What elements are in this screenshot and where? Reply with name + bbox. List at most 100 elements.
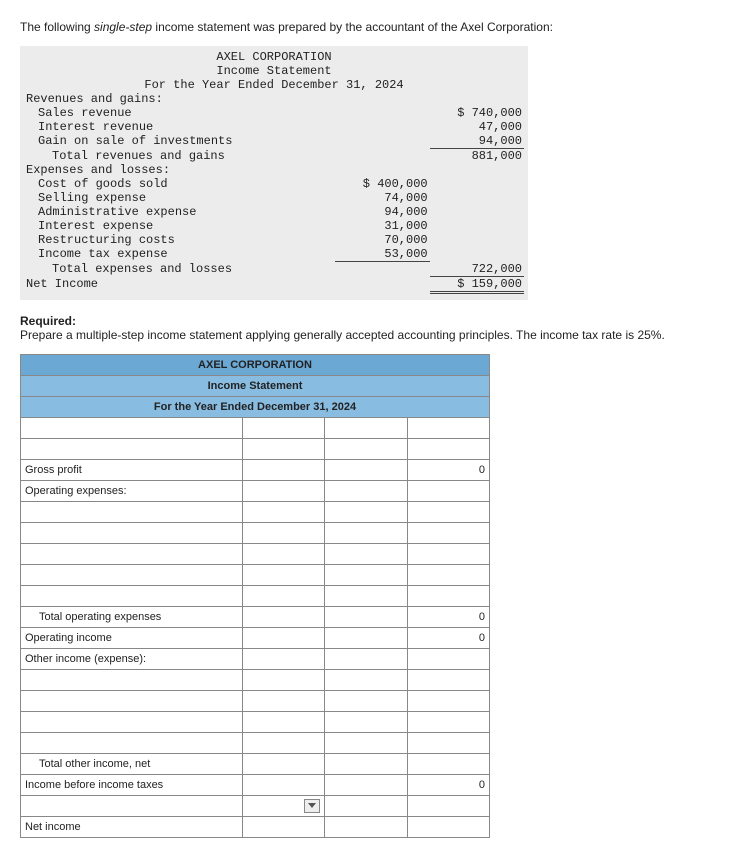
ws-input-cell[interactable] [407,816,489,837]
ws-input-cell[interactable] [407,669,489,690]
total-revenues-label: Total revenues and gains [24,149,335,164]
ws-input-cell[interactable] [21,711,243,732]
ws-input-cell[interactable] [21,669,243,690]
ws-input-cell[interactable] [325,501,407,522]
gross-profit-label: Gross profit [21,459,243,480]
ss-company: AXEL CORPORATION [24,50,524,64]
gain-amt: 94,000 [430,134,524,149]
ws-input-cell[interactable] [325,669,407,690]
tax-label: Income tax expense [24,247,335,262]
ws-input-cell[interactable] [242,564,324,585]
ws-input-cell[interactable] [407,690,489,711]
ss-period: For the Year Ended December 31, 2024 [24,78,524,92]
income-before-tax-label: Income before income taxes [21,774,243,795]
ws-company: AXEL CORPORATION [21,354,490,375]
ws-input-cell[interactable] [407,522,489,543]
ws-input-cell[interactable] [21,564,243,585]
income-before-tax-value: 0 [407,774,489,795]
ws-input-cell[interactable] [242,522,324,543]
total-expenses-amt: 722,000 [430,262,524,277]
other-income-label: Other income (expense): [21,648,243,669]
ws-input-cell[interactable] [407,438,489,459]
gross-profit-value: 0 [407,459,489,480]
ws-input-cell[interactable] [407,732,489,753]
operating-expenses-label: Operating expenses: [21,480,243,501]
ws-title: Income Statement [21,375,490,396]
ws-input-cell[interactable] [407,543,489,564]
ss-title: Income Statement [24,64,524,78]
ws-input-cell[interactable] [407,564,489,585]
ws-input-cell[interactable] [242,690,324,711]
total-op-exp-label: Total operating expenses [21,606,243,627]
ws-input-cell[interactable] [407,753,489,774]
intro-suffix: income statement was prepared by the acc… [152,20,553,34]
restructuring-amt: 70,000 [335,233,429,247]
restructuring-label: Restructuring costs [24,233,335,247]
ws-input-cell[interactable] [21,501,243,522]
intro-prefix: The following [20,20,94,34]
interest-revenue-amt: 47,000 [430,120,524,134]
ws-input-cell[interactable] [325,543,407,564]
ws-net-income-label: Net income [21,816,243,837]
ws-input-cell[interactable] [242,669,324,690]
net-income-label: Net Income [24,276,335,292]
ws-input-cell[interactable] [242,417,324,438]
ws-input-cell[interactable] [325,711,407,732]
ws-input-cell[interactable] [242,543,324,564]
ws-input-cell[interactable] [325,732,407,753]
intro-paragraph: The following single-step income stateme… [20,20,720,34]
ws-input-cell[interactable] [242,711,324,732]
interest-revenue-label: Interest revenue [24,120,335,134]
interest-expense-amt: 31,000 [335,219,429,233]
ws-input-cell[interactable] [21,585,243,606]
required-text: Prepare a multiple-step income statement… [20,328,665,342]
revenues-header: Revenues and gains: [24,92,335,106]
tax-amt: 53,000 [335,247,429,262]
ws-input-cell[interactable] [325,690,407,711]
ws-input-cell[interactable] [21,417,243,438]
ws-input-cell[interactable] [407,501,489,522]
cogs-label: Cost of goods sold [24,177,335,191]
ws-input-cell[interactable] [21,438,243,459]
cogs-amt: $ 400,000 [335,177,429,191]
dropdown-icon[interactable] [304,799,320,813]
required-heading: Required: [20,314,76,328]
operating-income-label: Operating income [21,627,243,648]
ws-input-cell[interactable] [407,711,489,732]
required-section: Required: Prepare a multiple-step income… [20,314,720,342]
worksheet-table: AXEL CORPORATION Income Statement For th… [20,354,490,838]
ws-input-cell[interactable] [325,522,407,543]
selling-amt: 74,000 [335,191,429,205]
ws-input-cell[interactable] [325,417,407,438]
admin-label: Administrative expense [24,205,335,219]
net-income-amt: $ 159,000 [430,276,524,292]
intro-italic: single-step [94,20,152,34]
interest-expense-label: Interest expense [24,219,335,233]
ws-input-cell[interactable] [325,585,407,606]
ws-input-cell[interactable] [21,732,243,753]
operating-income-value: 0 [407,627,489,648]
sales-revenue-label: Sales revenue [24,106,335,120]
ws-input-cell[interactable] [21,690,243,711]
total-other-label: Total other income, net [21,753,243,774]
ws-input-cell[interactable] [21,522,243,543]
ws-input-cell[interactable] [407,417,489,438]
total-expenses-label: Total expenses and losses [24,262,335,277]
ws-input-cell[interactable] [21,543,243,564]
ws-input-cell[interactable] [325,564,407,585]
sales-revenue-amt: $ 740,000 [430,106,524,120]
ws-input-cell[interactable] [242,585,324,606]
ws-input-cell[interactable] [325,438,407,459]
gain-label: Gain on sale of investments [24,134,335,149]
expenses-header: Expenses and losses: [24,163,335,177]
admin-amt: 94,000 [335,205,429,219]
total-op-exp-value: 0 [407,606,489,627]
ws-input-cell[interactable] [242,732,324,753]
selling-label: Selling expense [24,191,335,205]
ws-period: For the Year Ended December 31, 2024 [21,396,490,417]
ws-input-cell[interactable] [242,501,324,522]
total-revenues-amt: 881,000 [430,149,524,164]
single-step-statement: AXEL CORPORATION Income Statement For th… [20,46,528,300]
ws-input-cell[interactable] [242,438,324,459]
ws-input-cell[interactable] [407,585,489,606]
